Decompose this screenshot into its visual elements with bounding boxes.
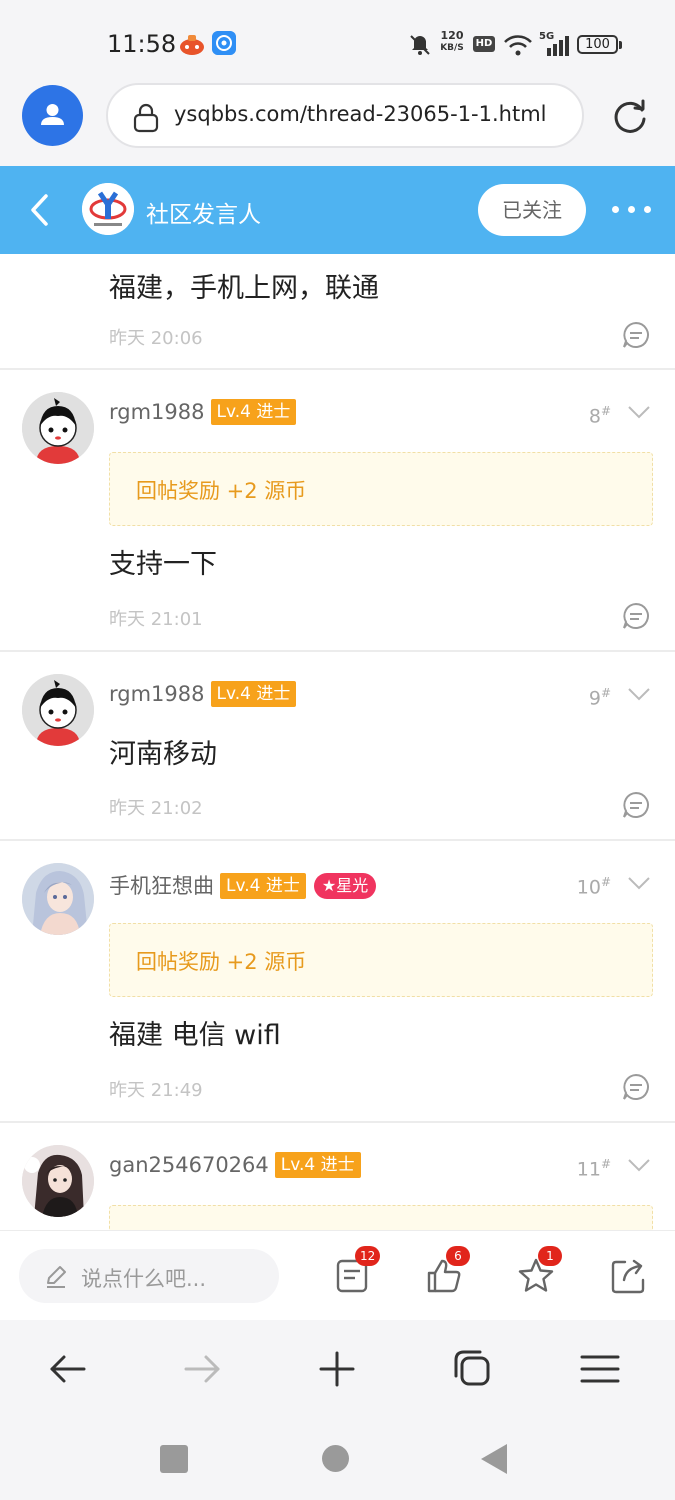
avatar[interactable] [22,863,94,935]
reply-item: 手机狂想曲 Lv.4 进士 ★星光 10# 回帖奖励 +2 源币 福建 电信 wif… [0,841,675,1123]
avatar-image [22,674,94,746]
reply-time: 昨天 21:49 [109,1080,203,1101]
browser-navigation-bar [0,1320,675,1420]
reply-content: 河南移动 [109,739,217,770]
network-speed: 120 KB/S [440,29,464,54]
username[interactable]: rgm1988 Lv.4 进士 [109,681,297,707]
forum-name[interactable]: 社区发言人 [146,195,261,229]
comment-icon[interactable] [621,320,651,350]
forum-logo-icon [82,183,134,235]
pen-icon [47,1266,66,1288]
browser-toolbar: ysqbbs.com/thread-23065-1-1.html [0,78,675,166]
forum-logo[interactable] [82,183,134,235]
avatar-image [22,1145,94,1217]
battery-indicator: 100 [577,35,622,54]
profile-button[interactable] [22,85,83,146]
comment-icon[interactable] [621,790,651,820]
floor-number: 9# [588,686,611,710]
reload-icon[interactable] [609,96,651,138]
avatar-image [22,392,94,464]
share-button[interactable] [608,1256,648,1296]
follow-button[interactable]: 已关注 [478,184,586,236]
level-badge: Lv.4 进士 [210,681,297,707]
home-button[interactable] [322,1445,349,1472]
mute-icon [410,35,430,55]
reward-notice [109,1205,653,1230]
system-navigation-bar [0,1420,675,1500]
star-badge: ★星光 [313,873,377,899]
username[interactable]: gan254670264 Lv.4 进士 [109,1152,361,1178]
reply-action-bar: 说点什么吧... 12 6 1 [0,1230,675,1320]
avatar-image [22,863,94,935]
floor-number: 11# [576,1157,611,1181]
chevron-down-icon[interactable] [627,686,651,702]
new-tab-plus-icon[interactable] [313,1348,361,1390]
back-chevron-icon[interactable] [26,192,54,228]
reply-placeholder: 说点什么吧... [81,1267,207,1291]
chevron-down-icon[interactable] [627,1157,651,1173]
likes-count-badge: 6 [446,1246,470,1266]
avatar[interactable] [22,674,94,746]
username[interactable]: rgm1988 Lv.4 进士 [109,399,297,425]
hd-indicator: HD [473,36,495,52]
reply-item: gan254670264 Lv.4 进士 11# [0,1123,675,1230]
reply-content: 福建 电信 wifl [109,1020,281,1051]
chevron-down-icon[interactable] [627,875,651,891]
comments-button[interactable]: 12 [333,1246,381,1296]
reply-list: 福建，手机上网，联通 昨天 20:06 rgm1988 Lv.4 进士 8# 回… [0,254,675,1230]
clock: 11:58 [107,30,177,58]
tabs-overview-icon[interactable] [448,1348,496,1390]
reward-text: 回帖奖励 +2 源币 [136,479,307,503]
like-button[interactable]: 6 [424,1246,470,1296]
comment-icon[interactable] [621,601,651,631]
reply-item: rgm1988 Lv.4 进士 9# 河南移动 昨天 21:02 [0,652,675,841]
system-back-button[interactable] [481,1444,507,1474]
more-options-button[interactable] [612,198,652,222]
reward-notice: 回帖奖励 +2 源币 [109,923,653,997]
signal-icon [547,36,569,56]
reply-time: 昨天 20:06 [109,328,203,349]
share-icon [611,1259,645,1294]
forum-header: 社区发言人 已关注 [0,166,675,254]
status-bar: 11:58 120 KB/S HD 5G 100 [0,0,675,78]
wifi-icon [504,35,532,56]
reward-text: 回帖奖励 +2 源币 [136,950,307,974]
reply-content: 福建，手机上网，联通 [109,273,379,304]
level-badge: Lv.4 进士 [220,873,306,899]
favorite-button[interactable]: 1 [516,1246,562,1296]
reply-content: 支持一下 [109,549,217,580]
reply-time: 昨天 21:02 [109,798,203,819]
reply-time: 昨天 21:01 [109,609,203,630]
reward-notice: 回帖奖励 +2 源币 [109,452,653,526]
reply-item: rgm1988 Lv.4 进士 8# 回帖奖励 +2 源币 支持一下 昨天 21:… [0,370,675,652]
avatar[interactable] [22,392,94,464]
notification-app-icon [180,35,204,55]
comment-icon[interactable] [621,1072,651,1102]
notification-app2-icon [212,31,236,55]
lock-icon [133,103,159,133]
avatar[interactable] [22,1145,94,1217]
comments-count-badge: 12 [355,1246,381,1266]
reply-item: 福建，手机上网，联通 昨天 20:06 [0,254,675,370]
level-badge: Lv.4 进士 [210,399,297,425]
back-arrow-icon[interactable] [44,1348,92,1390]
favorites-count-badge: 1 [538,1246,562,1266]
url-text: ysqbbs.com/thread-23065-1-1.html [174,102,547,126]
username[interactable]: 手机狂想曲 Lv.4 进士 ★星光 [109,870,377,900]
chevron-down-icon[interactable] [627,404,651,420]
user-icon [41,104,64,125]
level-badge: Lv.4 进士 [274,1152,361,1178]
forward-arrow-icon[interactable] [178,1348,226,1390]
menu-icon[interactable] [576,1348,624,1390]
floor-number: 10# [576,875,611,899]
reply-input[interactable]: 说点什么吧... [19,1249,279,1303]
address-bar[interactable]: ysqbbs.com/thread-23065-1-1.html [106,83,584,148]
recent-apps-button[interactable] [160,1445,188,1473]
floor-number: 8# [588,404,611,428]
